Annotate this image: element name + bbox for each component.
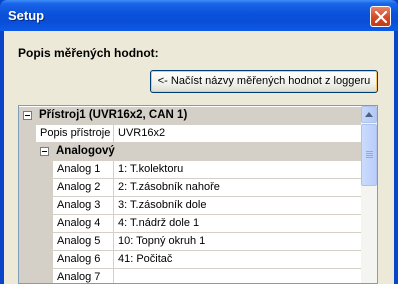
property-row[interactable]: Analog 7 — [19, 269, 363, 283]
property-row[interactable]: Analog 1 1: T.kolektoru — [19, 161, 363, 179]
property-name: Analog 4 — [53, 215, 114, 233]
category-row-analog[interactable]: Analogový — [19, 143, 363, 161]
setup-dialog: Setup Popis měřených hodnot: <- Načíst n… — [0, 0, 398, 284]
property-value[interactable]: 3: T.zásobník dole — [114, 197, 363, 215]
property-value[interactable]: 2: T.zásobník nahoře — [114, 179, 363, 197]
property-row[interactable]: Analog 5 10: Topný okruh 1 — [19, 233, 363, 251]
vertical-scrollbar[interactable] — [361, 106, 377, 283]
property-row[interactable]: Analog 6 41: Počitač — [19, 251, 363, 269]
property-value[interactable]: 4: T.nádrž dole 1 — [114, 215, 363, 233]
category-label: Analogový — [56, 145, 115, 157]
scroll-thumb[interactable] — [361, 124, 377, 186]
property-value[interactable]: 41: Počitač — [114, 251, 363, 269]
load-names-button[interactable]: <- Načíst názvy měřených hodnot z logger… — [150, 70, 378, 93]
property-name: Analog 5 — [53, 233, 114, 251]
category-row-device[interactable]: Přístroj1 (UVR16x2, CAN 1) — [19, 107, 363, 125]
close-icon — [375, 11, 387, 23]
collapse-icon[interactable] — [23, 111, 32, 120]
title-bar[interactable]: Setup — [0, 0, 398, 31]
property-value[interactable]: UVR16x2 — [114, 125, 363, 143]
property-name: Analog 1 — [53, 161, 114, 179]
property-value[interactable] — [114, 269, 363, 283]
property-name: Analog 2 — [53, 179, 114, 197]
section-label: Popis měřených hodnot: — [18, 46, 159, 60]
property-name: Analog 6 — [53, 251, 114, 269]
property-name: Analog 7 — [53, 269, 114, 283]
property-value[interactable]: 10: Topný okruh 1 — [114, 233, 363, 251]
scroll-up-button[interactable] — [361, 106, 377, 123]
arrow-up-icon — [365, 112, 373, 117]
dialog-body: Popis měřených hodnot: <- Načíst názvy m… — [4, 31, 394, 284]
property-row-device-desc[interactable]: Popis přístroje UVR16x2 — [19, 125, 363, 143]
property-name: Analog 3 — [53, 197, 114, 215]
close-button[interactable] — [370, 6, 391, 27]
property-row[interactable]: Analog 3 3: T.zásobník dole — [19, 197, 363, 215]
property-row[interactable]: Analog 4 4: T.nádrž dole 1 — [19, 215, 363, 233]
property-grid[interactable]: Přístroj1 (UVR16x2, CAN 1) Popis přístro… — [18, 105, 378, 284]
window-title: Setup — [8, 8, 45, 23]
category-label: Přístroj1 (UVR16x2, CAN 1) — [39, 109, 188, 121]
collapse-icon[interactable] — [40, 147, 49, 156]
property-row[interactable]: Analog 2 2: T.zásobník nahoře — [19, 179, 363, 197]
property-value[interactable]: 1: T.kolektoru — [114, 161, 363, 179]
property-name: Popis přístroje — [36, 125, 114, 143]
